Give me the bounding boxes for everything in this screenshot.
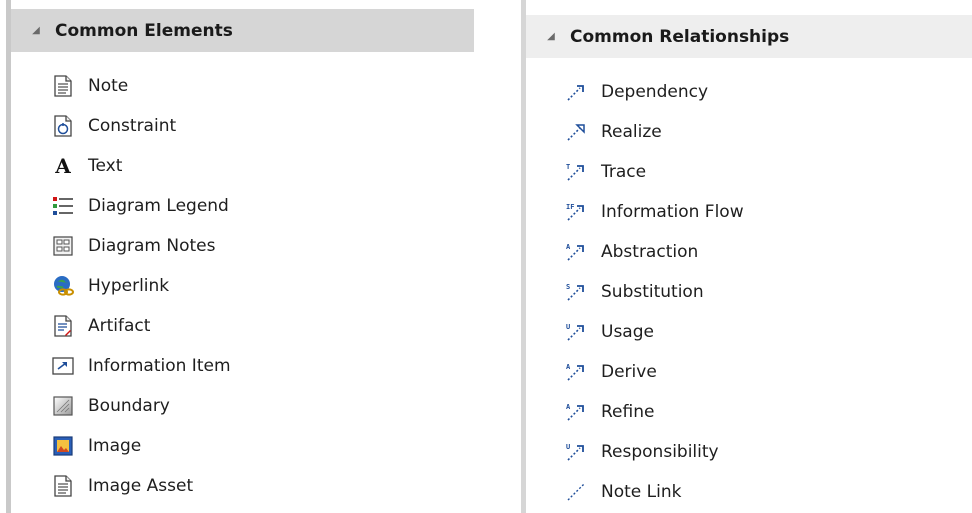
- toolbox-item-usage[interactable]: U Usage: [565, 312, 744, 352]
- responsibility-icon: U: [565, 441, 587, 463]
- toolbox-item-boundary[interactable]: Boundary: [52, 386, 231, 426]
- realize-icon: [565, 121, 587, 143]
- relationship-tag: T: [566, 163, 570, 171]
- toolbox-item-substitution[interactable]: S Substitution: [565, 272, 744, 312]
- constraint-icon: [52, 115, 74, 137]
- artifact-icon: [52, 315, 74, 337]
- toolbox-item-dependency[interactable]: Dependency: [565, 72, 744, 112]
- usage-icon: U: [565, 321, 587, 343]
- item-label: Note: [88, 76, 129, 96]
- toolbox-item-note-link[interactable]: Note Link: [565, 472, 744, 512]
- common-elements-list: Note Constraint A Text Diagram Legend Di…: [52, 66, 231, 506]
- item-label: Abstraction: [601, 242, 699, 262]
- right-panel-border: [521, 0, 526, 513]
- toolbox-item-constraint[interactable]: Constraint: [52, 106, 231, 146]
- hyperlink-icon: [52, 275, 74, 297]
- toolbox-item-diagram-notes[interactable]: Diagram Notes: [52, 226, 231, 266]
- item-label: Text: [88, 156, 123, 176]
- item-label: Artifact: [88, 316, 151, 336]
- toolbox-item-text[interactable]: A Text: [52, 146, 231, 186]
- item-label: Substitution: [601, 282, 704, 302]
- toolbox-item-realize[interactable]: Realize: [565, 112, 744, 152]
- text-icon: A: [55, 154, 71, 178]
- dependency-icon: [565, 81, 587, 103]
- common-elements-title: Common Elements: [55, 20, 233, 41]
- note-link-icon: [565, 481, 587, 503]
- relationship-tag: IF: [566, 203, 574, 211]
- relationship-tag: U: [566, 323, 570, 331]
- diagram-legend-icon: [52, 195, 74, 217]
- toolbox-item-refine[interactable]: A Refine: [565, 392, 744, 432]
- item-label: Diagram Notes: [88, 236, 216, 256]
- abstraction-icon: A: [565, 241, 587, 263]
- information-flow-icon: IF: [565, 201, 587, 223]
- item-label: Refine: [601, 402, 655, 422]
- relationship-tag: A: [566, 363, 571, 371]
- toolbox-item-abstraction[interactable]: A Abstraction: [565, 232, 744, 272]
- item-label: Information Item: [88, 356, 231, 376]
- collapse-triangle-icon[interactable]: ◢: [25, 25, 47, 36]
- left-panel-border: [6, 0, 11, 513]
- toolbox-item-hyperlink[interactable]: Hyperlink: [52, 266, 231, 306]
- relationship-tag: A: [566, 403, 571, 411]
- item-label: Information Flow: [601, 202, 744, 222]
- common-relationships-header[interactable]: ◢ Common Relationships: [526, 15, 972, 58]
- collapse-triangle-icon[interactable]: ◢: [540, 31, 562, 42]
- toolbox-item-trace[interactable]: T Trace: [565, 152, 744, 192]
- item-label: Realize: [601, 122, 662, 142]
- refine-icon: A: [565, 401, 587, 423]
- item-label: Trace: [601, 162, 647, 182]
- toolbox-item-note[interactable]: Note: [52, 66, 231, 106]
- item-label: Boundary: [88, 396, 170, 416]
- item-label: Image Asset: [88, 476, 194, 496]
- item-label: Responsibility: [601, 442, 719, 462]
- image-icon: [52, 435, 74, 457]
- relationship-tag: A: [566, 243, 571, 251]
- boundary-icon: [52, 395, 74, 417]
- item-label: Dependency: [601, 82, 709, 102]
- toolbox-item-derive[interactable]: A Derive: [565, 352, 744, 392]
- common-elements-header[interactable]: ◢ Common Elements: [11, 9, 474, 52]
- toolbox-item-information-item[interactable]: Information Item: [52, 346, 231, 386]
- image-asset-icon: [52, 475, 74, 497]
- item-label: Constraint: [88, 116, 177, 136]
- information-item-icon: [52, 355, 74, 377]
- toolbox-item-diagram-legend[interactable]: Diagram Legend: [52, 186, 231, 226]
- trace-icon: T: [565, 161, 587, 183]
- item-label: Note Link: [601, 482, 682, 502]
- toolbox-item-information-flow[interactable]: IF Information Flow: [565, 192, 744, 232]
- toolbox-item-image-asset[interactable]: Image Asset: [52, 466, 231, 506]
- diagram-notes-icon: [52, 235, 74, 257]
- item-label: Hyperlink: [88, 276, 170, 296]
- note-icon: [52, 75, 74, 97]
- substitution-icon: S: [565, 281, 587, 303]
- relationship-tag: U: [566, 443, 570, 451]
- toolbox-item-artifact[interactable]: Artifact: [52, 306, 231, 346]
- item-label: Derive: [601, 362, 657, 382]
- common-relationships-list: Dependency Realize T Trace IF Information Flo…: [565, 72, 744, 512]
- common-relationships-title: Common Relationships: [570, 26, 790, 47]
- item-label: Diagram Legend: [88, 196, 229, 216]
- toolbox-item-responsibility[interactable]: U Responsibility: [565, 432, 744, 472]
- relationship-tag: S: [566, 283, 570, 291]
- item-label: Image: [88, 436, 142, 456]
- derive-icon: A: [565, 361, 587, 383]
- toolbox-item-image[interactable]: Image: [52, 426, 231, 466]
- item-label: Usage: [601, 322, 654, 342]
